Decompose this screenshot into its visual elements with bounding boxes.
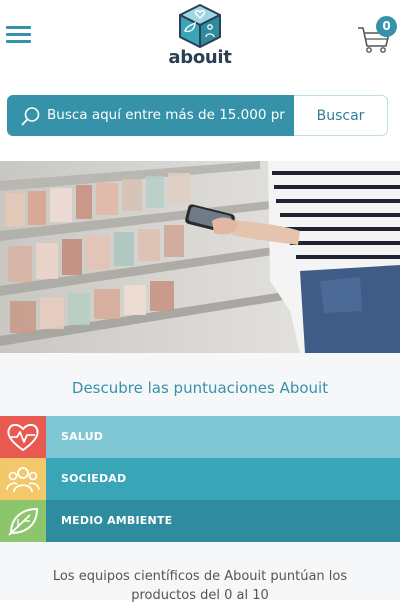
search-bar: Buscar [7, 95, 388, 136]
scores-description: Los equipos científicos de Abouit puntúa… [52, 569, 348, 603]
search-input[interactable] [47, 103, 285, 127]
category-bar: SOCIEDAD [46, 458, 400, 500]
leaf-icon [0, 500, 46, 542]
scores-section: Descubre las puntuaciones Abouit SALUD S… [0, 353, 400, 603]
search-icon [21, 107, 40, 126]
menu-icon[interactable] [6, 24, 32, 46]
scores-title: Descubre las puntuaciones Abouit [71, 379, 329, 397]
cart-button[interactable]: 0 [356, 16, 397, 54]
category-sociedad[interactable]: SOCIEDAD [0, 458, 400, 500]
header: abouit 0 [0, 0, 400, 80]
category-label: SOCIEDAD [61, 472, 127, 485]
search-button[interactable]: Buscar [294, 95, 388, 136]
search-field[interactable] [7, 95, 294, 136]
abouit-logo[interactable]: abouit [168, 3, 232, 68]
cart-count-badge: 0 [376, 16, 397, 37]
category-medio-ambiente[interactable]: MEDIO AMBIENTE [0, 500, 400, 542]
category-label: SALUD [61, 430, 104, 443]
heart-pulse-icon [0, 416, 46, 458]
brand-name: abouit [168, 47, 232, 68]
category-salud[interactable]: SALUD [0, 416, 400, 458]
logo-cube-icon [179, 4, 221, 48]
people-icon [0, 458, 46, 500]
category-label: MEDIO AMBIENTE [61, 514, 173, 527]
category-bar: SALUD [46, 416, 400, 458]
category-bar: MEDIO AMBIENTE [46, 500, 400, 542]
hero-image [0, 161, 400, 353]
